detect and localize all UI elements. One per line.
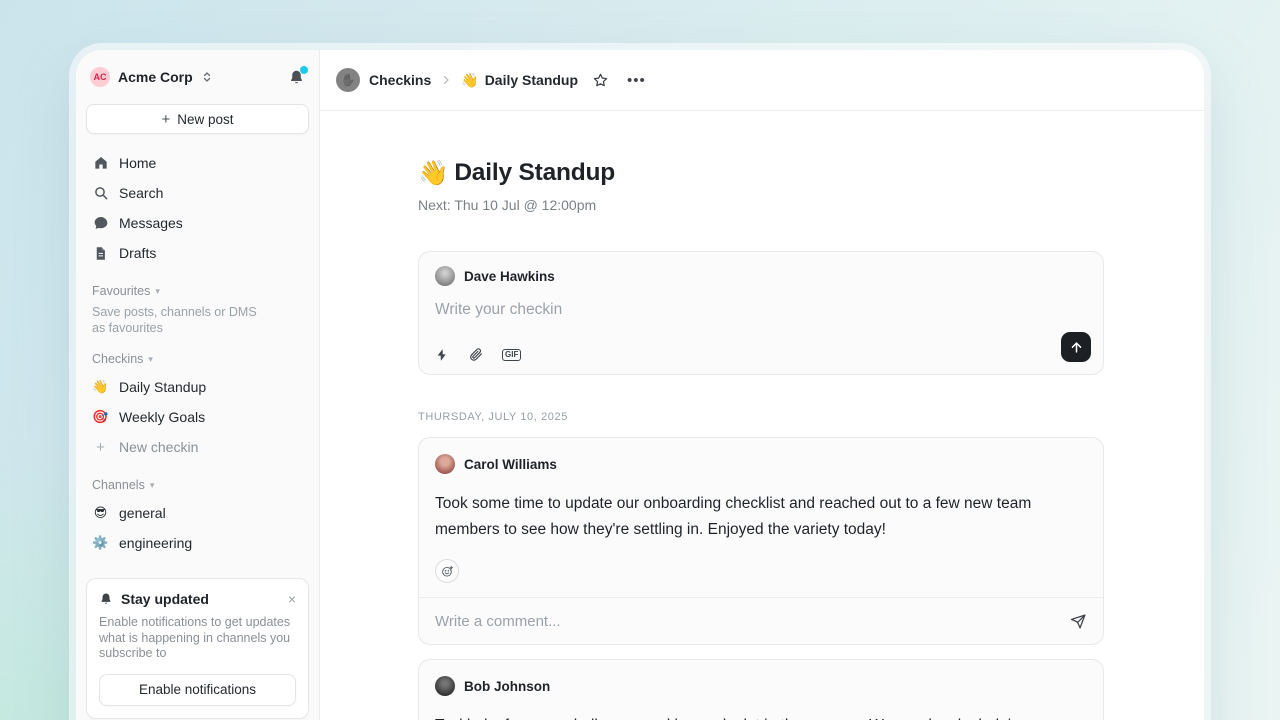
sidebar-item-home[interactable]: Home: [86, 148, 309, 178]
section-title: Checkins: [92, 352, 143, 366]
wave-emoji-icon: 👋: [92, 379, 109, 395]
wave-emoji-icon: 👋: [461, 72, 478, 89]
gear-emoji-icon: ⚙️: [92, 535, 109, 551]
checkin-composer: Dave Hawkins Write your checkin GIF: [418, 251, 1104, 375]
sidebar-item-weekly-goals[interactable]: 🎯 Weekly Goals: [86, 402, 309, 432]
checkin-post: Carol Williams Took some time to update …: [418, 437, 1104, 645]
checkin-editor[interactable]: Write your checkin: [435, 301, 1087, 319]
date-header: THURSDAY, JULY 10, 2025: [418, 411, 1204, 423]
caret-down-icon: ▾: [150, 480, 155, 491]
notice-body: Enable notifications to get updates what…: [99, 615, 296, 662]
avatar: [435, 676, 455, 696]
document-icon: [92, 246, 109, 261]
zap-icon[interactable]: [435, 348, 449, 362]
list-item-label: Daily Standup: [119, 379, 206, 395]
workspace-name: Acme Corp: [118, 69, 193, 85]
post-author-name: Bob Johnson: [464, 679, 550, 694]
list-item-label: general: [119, 505, 166, 521]
breadcrumb-daily-standup[interactable]: Daily Standup: [485, 72, 578, 88]
section-title: Channels: [92, 478, 145, 492]
plus-icon: +: [161, 112, 170, 127]
new-post-label: New post: [177, 112, 233, 127]
notifications-bell-button[interactable]: [288, 69, 305, 86]
section-channels[interactable]: Channels ▾: [92, 478, 303, 492]
avatar: [435, 266, 455, 286]
section-favourites[interactable]: Favourites ▾: [92, 284, 303, 298]
nav-label: Messages: [119, 215, 183, 231]
comment-input[interactable]: [435, 613, 1060, 630]
close-icon[interactable]: ×: [288, 592, 296, 606]
unread-dot: [300, 66, 308, 74]
plus-icon: +: [92, 440, 109, 455]
section-checkins[interactable]: Checkins ▾: [92, 352, 303, 366]
gif-icon[interactable]: GIF: [502, 349, 521, 361]
comment-bar: [419, 597, 1103, 644]
sunglasses-emoji-icon: 😎: [92, 505, 109, 521]
post-body: Took some time to update our onboarding …: [435, 491, 1065, 543]
avatar: [435, 454, 455, 474]
post-body: Tackled a few new challenges and learned…: [435, 713, 1065, 720]
sidebar-item-new-checkin[interactable]: + New checkin: [86, 432, 309, 462]
section-title: Favourites: [92, 284, 150, 298]
caret-down-icon: ▾: [155, 286, 160, 297]
composer-author-name: Dave Hawkins: [464, 269, 555, 284]
send-paper-plane-icon[interactable]: [1070, 613, 1087, 630]
breadcrumb-checkins[interactable]: Checkins: [369, 72, 431, 88]
app-window: AC Acme Corp + New post Home: [76, 50, 1204, 720]
enable-notifications-button[interactable]: Enable notifications: [99, 674, 296, 706]
sidebar-item-daily-standup[interactable]: 👋 Daily Standup: [86, 372, 309, 402]
search-icon: [92, 185, 109, 201]
sidebar-item-channel-engineering[interactable]: ⚙️ engineering: [86, 528, 309, 558]
post-author-name: Carol Williams: [464, 457, 557, 472]
breadcrumb-bar: ✋ Checkins 👋 Daily Standup •••: [320, 50, 1204, 111]
sidebar-item-messages[interactable]: Messages: [86, 208, 309, 238]
sidebar-nav: Home Search Messages Drafts: [86, 148, 309, 268]
chevron-right-icon: [440, 74, 452, 86]
favourites-empty-hint: Save posts, channels or DMS as favourite…: [92, 304, 272, 336]
workspace-avatar: AC: [90, 67, 110, 87]
list-item-label: New checkin: [119, 439, 198, 455]
new-post-button[interactable]: + New post: [86, 104, 309, 134]
page-content: 👋 Daily Standup Next: Thu 10 Jul @ 12:00…: [320, 111, 1204, 720]
attachment-paperclip-icon[interactable]: [468, 347, 483, 362]
add-reaction-button[interactable]: [435, 559, 459, 583]
bell-icon: [99, 592, 113, 606]
checkin-post: Bob Johnson Tackled a few new challenges…: [418, 659, 1104, 720]
home-icon: [92, 155, 109, 171]
next-occurrence-label: Next: Thu 10 Jul @ 12:00pm: [418, 197, 1204, 213]
list-item-label: Weekly Goals: [119, 409, 205, 425]
main-panel: ✋ Checkins 👋 Daily Standup ••• 👋 Daily S…: [320, 50, 1204, 720]
sidebar: AC Acme Corp + New post Home: [76, 50, 320, 720]
stay-updated-card: Stay updated × Enable notifications to g…: [86, 578, 309, 719]
list-item-label: engineering: [119, 535, 192, 551]
nav-label: Home: [119, 155, 156, 171]
wave-emoji-icon: 👋: [418, 158, 448, 188]
chat-bubble-icon: [92, 215, 109, 231]
caret-down-icon: ▾: [148, 354, 153, 365]
workspace-switcher[interactable]: AC Acme Corp: [86, 64, 309, 90]
chevron-updown-icon: [201, 71, 213, 83]
space-hand-icon[interactable]: ✋: [336, 68, 360, 92]
submit-checkin-button[interactable]: [1061, 332, 1091, 362]
sidebar-item-channel-general[interactable]: 😎 general: [86, 498, 309, 528]
sidebar-item-search[interactable]: Search: [86, 178, 309, 208]
nav-label: Search: [119, 185, 163, 201]
sidebar-item-drafts[interactable]: Drafts: [86, 238, 309, 268]
page-title: 👋 Daily Standup: [418, 158, 1204, 188]
arrow-up-icon: [1069, 340, 1084, 355]
smiley-plus-icon: [441, 565, 454, 578]
notice-title: Stay updated: [121, 591, 280, 607]
favourite-star-button[interactable]: [592, 72, 609, 89]
dart-emoji-icon: 🎯: [92, 409, 109, 425]
nav-label: Drafts: [119, 245, 156, 261]
more-options-button[interactable]: •••: [627, 72, 646, 89]
